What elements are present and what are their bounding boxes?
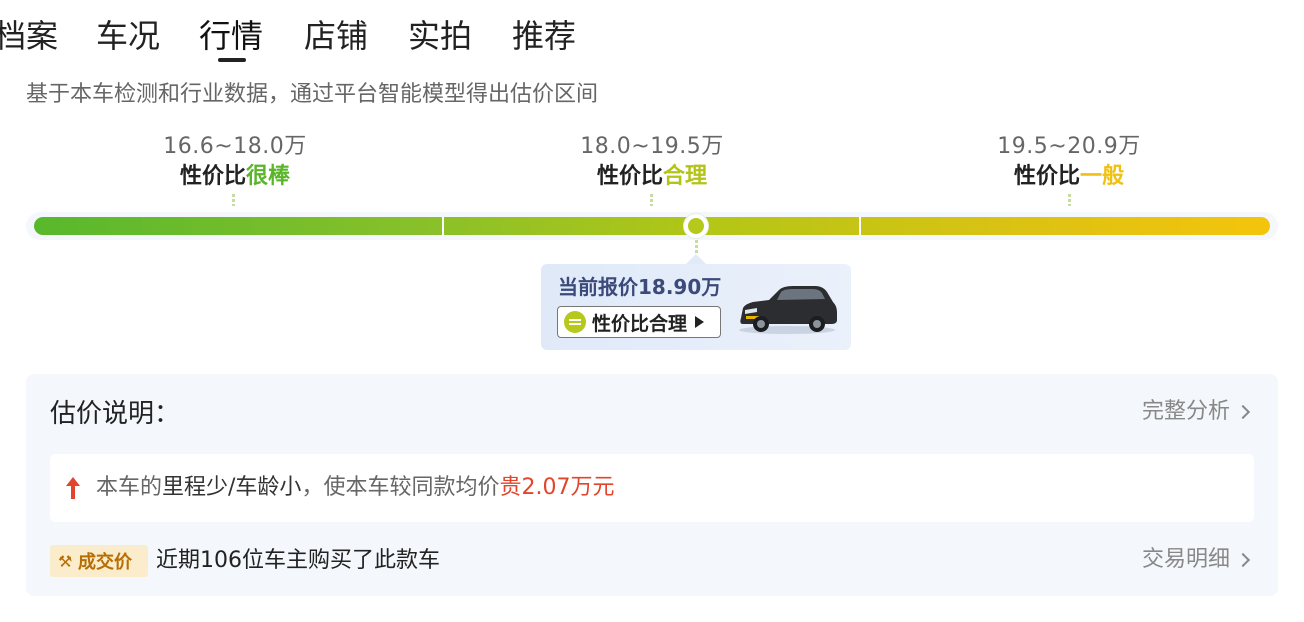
reason-amount: 贵2.07万元: [499, 475, 615, 500]
band-label: 性价比合理: [542, 162, 762, 192]
band-marker-dots: [1068, 194, 1071, 206]
arrow-up-icon: [66, 477, 80, 499]
tab-bar: 档案 车况 行情 店铺 实拍 推荐: [0, 0, 1304, 64]
tab-archive[interactable]: 档案: [0, 14, 58, 58]
price-card-pointer: [686, 254, 706, 264]
current-price: 当前报价18.90万: [558, 275, 722, 299]
band-range: 18.0~19.5万: [580, 134, 724, 159]
band-rating: 合理: [663, 164, 708, 189]
price-band-fair: 18.0~19.5万 性价比合理: [542, 132, 762, 192]
current-price-marker: [684, 214, 708, 238]
reason-middle: ，使本车较同款均价: [301, 475, 500, 500]
panel-title: 估价说明：: [50, 399, 181, 429]
chevron-right-icon: [1235, 404, 1251, 420]
valuation-subtitle: 基于本车检测和行业数据，通过平台智能模型得出估价区间: [26, 82, 599, 107]
tab-store[interactable]: 店铺: [304, 14, 368, 58]
valuation-explanation-panel: 估价说明： 完整分析 本车的里程少/车龄小，使本车较同款均价贵2.07万元 ⚒ …: [26, 374, 1278, 596]
band-label-prefix: 性价比: [1013, 164, 1080, 189]
full-analysis-label: 完整分析: [1141, 399, 1230, 424]
rating-button[interactable]: 性价比合理: [557, 306, 721, 338]
transaction-details-label: 交易明细: [1141, 547, 1230, 572]
deal-price-badge: ⚒ 成交价: [50, 545, 148, 577]
tab-recommend[interactable]: 推荐: [512, 14, 576, 58]
play-arrow-icon: [695, 316, 705, 328]
active-tab-indicator: [218, 58, 246, 62]
band-rating: 很棒: [246, 164, 291, 189]
band-marker-dots: [232, 194, 235, 206]
tab-photos[interactable]: 实拍: [408, 14, 472, 58]
band-range: 19.5~20.9万: [997, 134, 1141, 159]
band-label: 性价比很棒: [125, 162, 345, 192]
rating-label: 性价比合理: [592, 312, 688, 335]
band-range: 16.6~18.0万: [163, 134, 307, 159]
price-reason-text: 本车的里程少/车龄小，使本车较同款均价贵2.07万元: [96, 473, 614, 503]
deal-count-text: 近期106位车主购买了此款车: [156, 548, 440, 573]
track-separator: [859, 217, 861, 235]
reason-prefix: 本车的: [96, 475, 163, 500]
price-band-great: 16.6~18.0万 性价比很棒: [125, 132, 345, 192]
price-reason-box: 本车的里程少/车龄小，使本车较同款均价贵2.07万元: [50, 454, 1254, 522]
price-track: [34, 217, 1270, 235]
tab-market[interactable]: 行情: [199, 14, 263, 58]
car-image: [739, 286, 837, 334]
transaction-details-link[interactable]: 交易明细: [1141, 544, 1251, 576]
current-price-card: 当前报价18.90万 性价比合理: [541, 264, 851, 350]
chevron-right-icon: [1235, 552, 1251, 568]
band-label-prefix: 性价比: [179, 164, 246, 189]
track-separator: [442, 217, 444, 235]
marker-dots: [695, 240, 698, 254]
reason-highlight: 里程少/车龄小: [162, 475, 302, 500]
deal-badge-label: 成交价: [78, 552, 132, 573]
band-label: 性价比一般: [959, 162, 1179, 192]
full-analysis-link[interactable]: 完整分析: [1141, 396, 1251, 428]
band-marker-dots: [650, 194, 653, 206]
band-rating: 一般: [1080, 164, 1125, 189]
band-label-prefix: 性价比: [596, 164, 663, 189]
equal-circle-icon: [564, 311, 586, 333]
hammer-icon: ⚒: [58, 551, 73, 571]
price-band-average: 19.5~20.9万 性价比一般: [959, 132, 1179, 192]
tab-condition[interactable]: 车况: [96, 14, 160, 58]
